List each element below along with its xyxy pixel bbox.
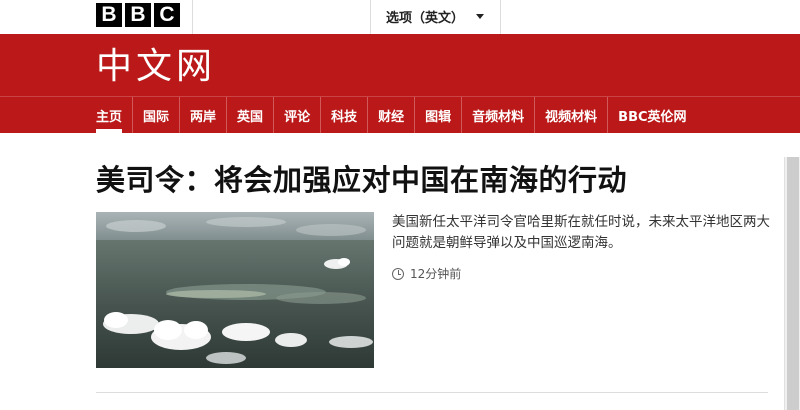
timestamp-label: 12分钟前 (410, 267, 462, 281)
logo-letter-c: C (154, 3, 180, 27)
article-summary: 美国新任太平洋司令官哈里斯在就任时说，未来太平洋地区两大问题就是朝鲜导弹以及中国… (392, 214, 770, 251)
topbar-divider (500, 0, 501, 34)
topbar-divider (370, 0, 371, 34)
logo-letter-b1: B (96, 3, 122, 27)
article-image[interactable] (96, 212, 374, 368)
bbc-logo[interactable]: B B C (96, 3, 180, 27)
article-timestamp: 12分钟前 (392, 265, 461, 282)
site-title[interactable]: 中文网 (96, 44, 216, 90)
chevron-down-icon (476, 14, 485, 19)
aerial-sea-photo (96, 212, 374, 368)
divider (96, 392, 768, 393)
clock-icon (392, 267, 404, 280)
language-selector-label: 选项（英文） (386, 11, 465, 26)
topbar-divider (192, 0, 193, 34)
nav-item-video[interactable]: 视频材料 (534, 97, 607, 133)
nav-item-photos[interactable]: 图辑 (414, 97, 461, 133)
logo-letter-b2: B (125, 3, 151, 27)
language-selector[interactable]: 选项（英文） (386, 7, 485, 26)
nav-item-tech[interactable]: 科技 (320, 97, 367, 133)
nav-item-uk[interactable]: 英国 (226, 97, 273, 133)
nav-item-audio[interactable]: 音频材料 (461, 97, 534, 133)
nav-item-home[interactable]: 主页 (86, 97, 132, 133)
main-nav: 主页 国际 两岸 英国 评论 科技 财经 图辑 音频材料 视频材料 BBC英伦网 (0, 96, 800, 133)
article-headline[interactable]: 美司令：将会加强应对中国在南海的行动 (96, 160, 627, 200)
nav-item-bbc-ukchina[interactable]: BBC英伦网 (607, 97, 696, 133)
scrollbar-thumb[interactable] (787, 157, 799, 410)
nav-item-international[interactable]: 国际 (132, 97, 179, 133)
scrollbar[interactable] (784, 157, 800, 410)
nav-list: 主页 国际 两岸 英国 评论 科技 财经 图辑 音频材料 视频材料 BBC英伦网 (86, 97, 697, 133)
nav-item-business[interactable]: 财经 (367, 97, 414, 133)
nav-item-opinion[interactable]: 评论 (273, 97, 320, 133)
nav-item-cross-strait[interactable]: 两岸 (179, 97, 226, 133)
top-bar: B B C 选项（英文） (0, 0, 800, 34)
